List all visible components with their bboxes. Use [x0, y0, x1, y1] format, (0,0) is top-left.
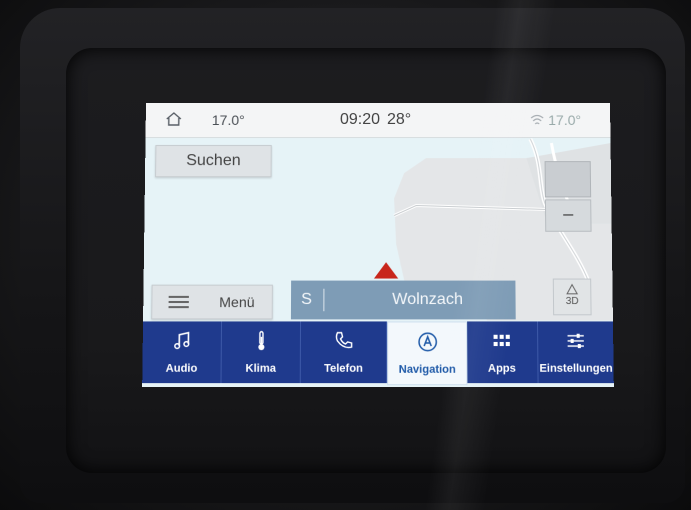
3d-label: 3D [565, 295, 579, 308]
zoom-in-button[interactable] [544, 161, 592, 198]
tab-telefon[interactable]: Telefon [300, 321, 388, 384]
tab-telefon-label: Telefon [324, 362, 363, 375]
destination-separator [323, 288, 325, 312]
infotainment-screen: 17.0° 09:20 28° 17.0° Suchen – 3D Menü S… [142, 103, 614, 388]
tab-klima-label: Klima [245, 362, 276, 375]
tab-einstellungen-label: Einstellungen [539, 362, 613, 375]
menu-label: Menü [219, 293, 255, 311]
vehicle-position-arrow [373, 262, 399, 279]
tab-klima[interactable]: Klima [221, 321, 302, 384]
phone-icon [333, 331, 353, 352]
tab-audio[interactable]: Audio [142, 321, 223, 384]
destination-prefix: S [301, 290, 312, 309]
home-icon[interactable] [166, 112, 182, 126]
right-temperature: 17.0° [548, 111, 582, 129]
sliders-icon [565, 331, 586, 352]
menu-button[interactable]: Menü [151, 284, 273, 320]
perspective-icon [565, 284, 579, 296]
3d-view-button[interactable]: 3D [552, 278, 592, 316]
hamburger-icon [168, 295, 189, 309]
dashboard-photo: 17.0° 09:20 28° 17.0° Suchen – 3D Menü S… [0, 0, 691, 510]
clock: 09:20 [339, 110, 381, 129]
outside-temperature: 17.0° [211, 111, 245, 129]
bottom-navigation-bar: Audio Klima Telefon Navigation Einstellu… [142, 321, 614, 386]
thermometer-icon [251, 331, 271, 351]
search-button[interactable]: Suchen [155, 145, 272, 178]
music-note-icon [172, 331, 193, 352]
zoom-out-button[interactable]: – [544, 199, 592, 232]
navigation-icon [417, 332, 437, 353]
cabin-temperature: 28° [387, 110, 412, 129]
tab-audio-label: Audio [165, 362, 198, 375]
tab-einstellungen[interactable]: Einstellungen [538, 321, 614, 383]
